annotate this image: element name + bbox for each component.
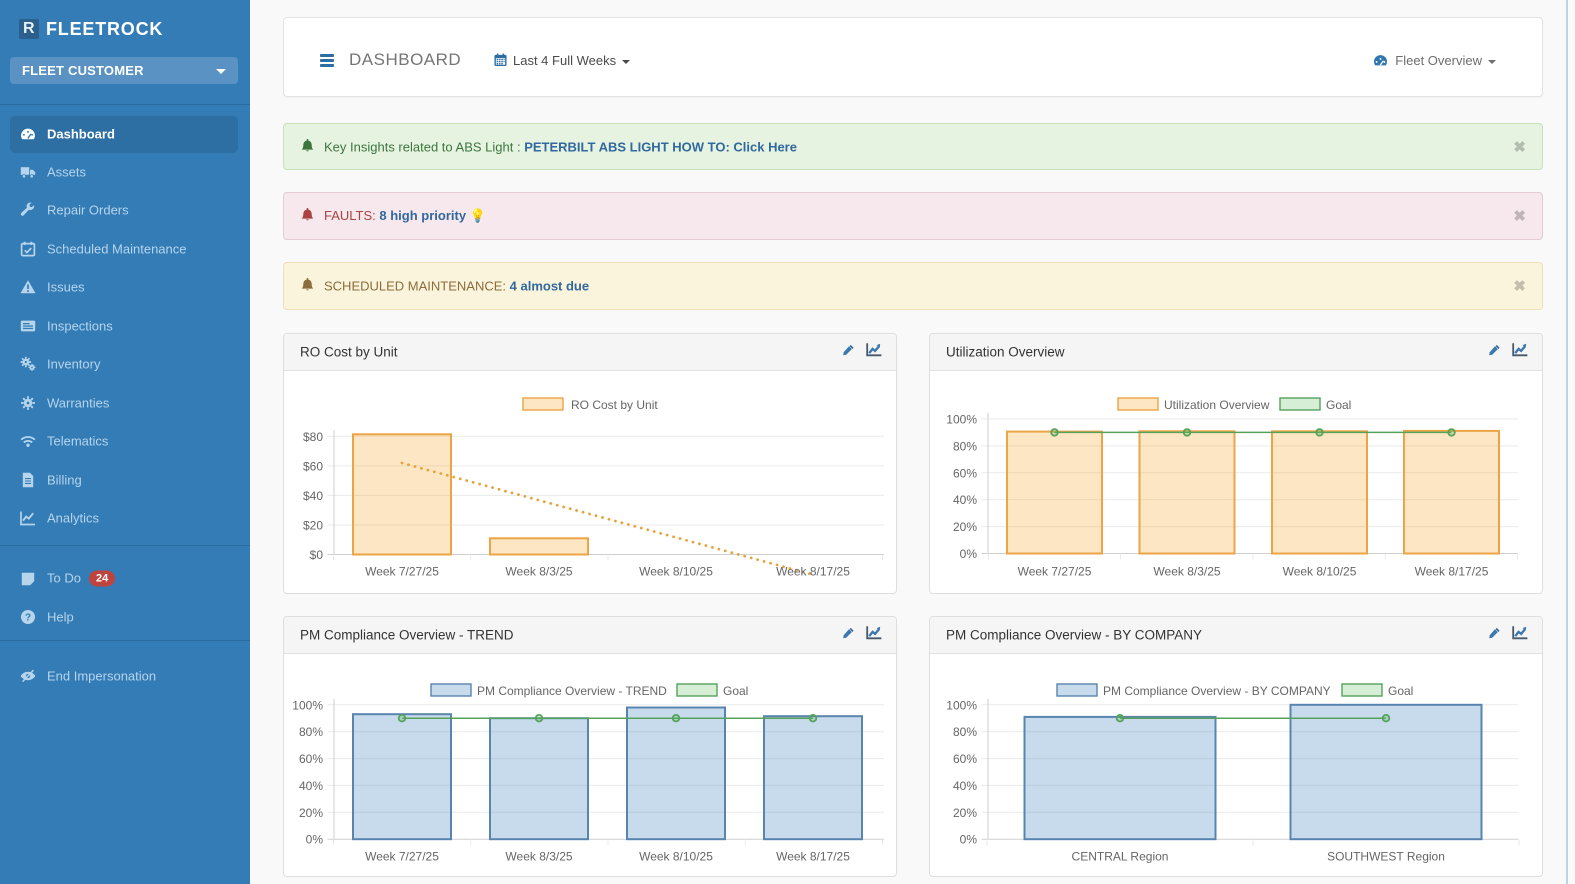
svg-text:40%: 40% [299,779,323,793]
svg-text:$0: $0 [310,548,324,562]
svg-text:?: ? [25,613,31,624]
svg-text:Goal: Goal [723,684,748,698]
svg-text:20%: 20% [953,520,977,534]
svg-text:$20: $20 [303,519,323,533]
svg-text:SOUTHWEST Region: SOUTHWEST Region [1327,850,1445,864]
svg-text:Goal: Goal [1388,684,1413,698]
svg-text:Week 8/10/25: Week 8/10/25 [639,850,713,864]
svg-text:100%: 100% [946,413,977,427]
svg-text:20%: 20% [299,806,323,820]
svg-text:40%: 40% [953,493,977,507]
svg-text:80%: 80% [953,725,977,739]
svg-text:0%: 0% [960,547,978,561]
svg-text:Week 8/17/25: Week 8/17/25 [1415,565,1489,579]
svg-text:80%: 80% [299,725,323,739]
svg-text:20%: 20% [953,806,977,820]
svg-text:Week 8/10/25: Week 8/10/25 [639,565,713,579]
svg-text:Week 8/3/25: Week 8/3/25 [505,565,572,579]
svg-text:0%: 0% [960,833,978,847]
svg-text:Week 8/10/25: Week 8/10/25 [1283,565,1357,579]
svg-text:Week 8/17/25: Week 8/17/25 [776,850,850,864]
svg-text:40%: 40% [953,779,977,793]
svg-text:Week 7/27/25: Week 7/27/25 [365,850,439,864]
svg-text:100%: 100% [292,698,323,712]
svg-text:60%: 60% [953,466,977,480]
svg-text:Week 8/3/25: Week 8/3/25 [1153,565,1220,579]
svg-text:Utilization Overview: Utilization Overview [1164,398,1270,412]
svg-text:80%: 80% [953,439,977,453]
svg-text:Week 7/27/25: Week 7/27/25 [1018,565,1092,579]
svg-text:CENTRAL Region: CENTRAL Region [1072,850,1169,864]
svg-text:60%: 60% [299,752,323,766]
svg-text:$40: $40 [303,489,323,503]
svg-text:0%: 0% [306,833,324,847]
svg-text:RO Cost by Unit: RO Cost by Unit [571,398,658,412]
svg-text:100%: 100% [946,698,977,712]
svg-text:Week 8/3/25: Week 8/3/25 [505,850,572,864]
svg-text:$60: $60 [303,459,323,473]
svg-text:$80: $80 [303,430,323,444]
svg-text:60%: 60% [953,752,977,766]
svg-text:Goal: Goal [1326,398,1351,412]
svg-text:Week 7/27/25: Week 7/27/25 [365,565,439,579]
svg-text:PM Compliance Overview - BY CO: PM Compliance Overview - BY COMPANY [1103,684,1331,698]
svg-text:PM Compliance Overview - TREND: PM Compliance Overview - TREND [477,684,667,698]
svg-text:Week 8/17/25: Week 8/17/25 [776,565,850,579]
